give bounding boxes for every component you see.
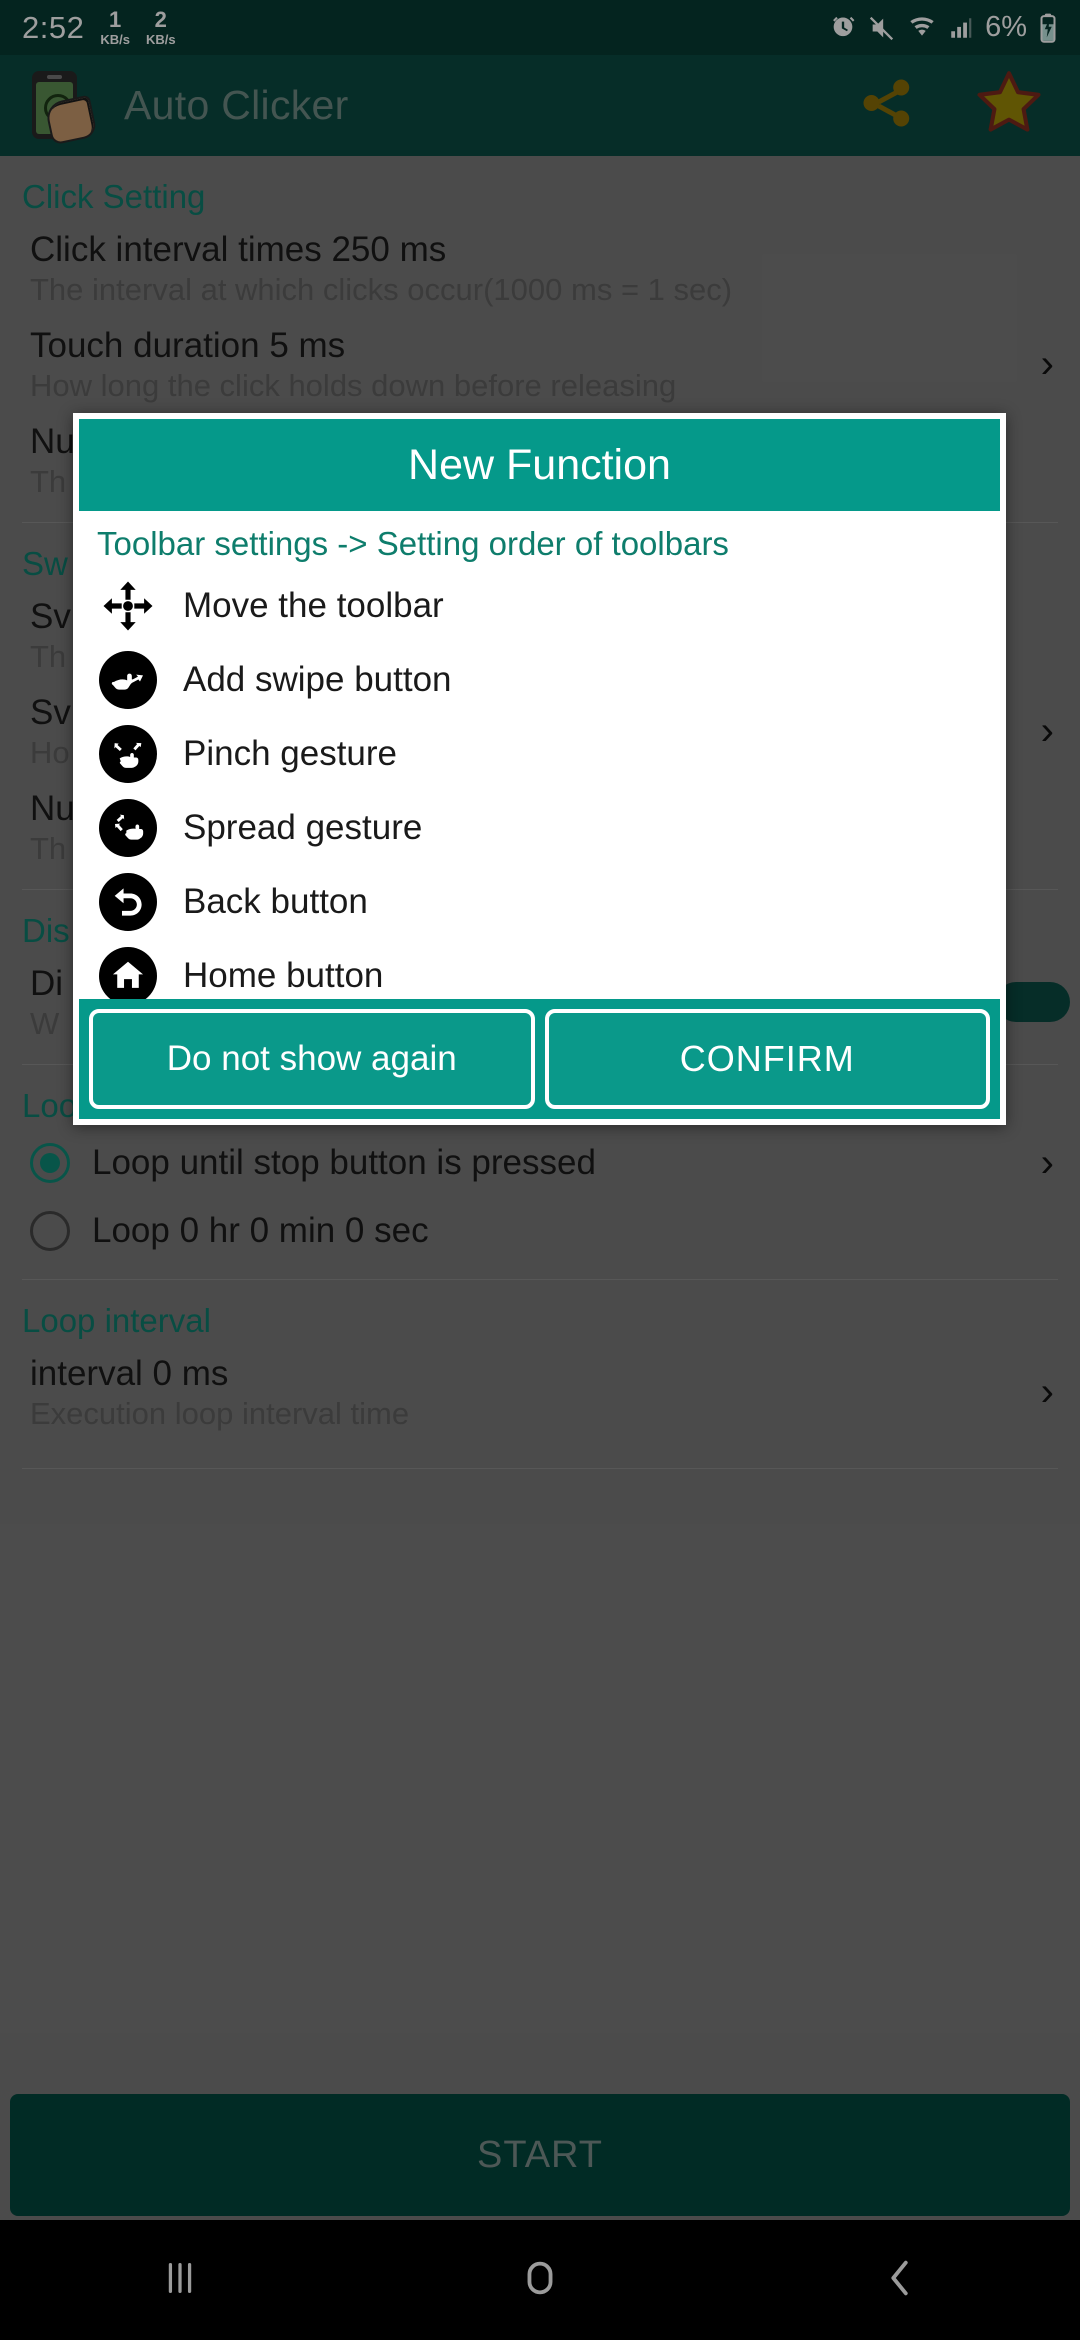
dialog-body: Toolbar settings -> Setting order of too…: [79, 511, 1000, 999]
dialog-header: New Function: [79, 419, 1000, 511]
dialog-item-back-button-label: Back button: [183, 882, 368, 921]
dialog-item-pinch-gesture-label: Pinch gesture: [183, 734, 398, 773]
dialog-item-move-toolbar[interactable]: Move the toolbar: [79, 569, 1000, 643]
do-not-show-again-button[interactable]: Do not show again: [89, 1009, 535, 1109]
spread-gesture-icon: [97, 797, 159, 859]
move-arrows-icon: [97, 575, 159, 637]
recents-icon[interactable]: [157, 2255, 203, 2306]
android-navigation-bar: [0, 2220, 1080, 2340]
dialog-section-toolbar-settings: Toolbar settings -> Setting order of too…: [97, 525, 729, 562]
back-chevron-icon[interactable]: [877, 2255, 923, 2306]
dialog-scrim[interactable]: [0, 0, 1080, 2340]
home-circle-icon[interactable]: [517, 2255, 563, 2306]
dialog-item-home-button[interactable]: Home button: [79, 939, 1000, 999]
dialog-item-move-toolbar-label: Move the toolbar: [183, 586, 444, 625]
swipe-hand-icon: [97, 649, 159, 711]
confirm-button[interactable]: CONFIRM: [544, 1009, 990, 1109]
dialog-item-add-swipe-button[interactable]: Add swipe button: [79, 643, 1000, 717]
home-icon: [97, 945, 159, 999]
dialog-item-add-swipe-button-label: Add swipe button: [183, 660, 452, 699]
back-arrow-icon: [97, 871, 159, 933]
dialog-footer: Do not show again CONFIRM: [79, 999, 1000, 1119]
new-function-dialog: New Function Toolbar settings -> Setting…: [73, 413, 1006, 1125]
dialog-item-pinch-gesture[interactable]: Pinch gesture: [79, 717, 1000, 791]
pinch-gesture-icon: [97, 723, 159, 785]
dialog-item-back-button[interactable]: Back button: [79, 865, 1000, 939]
dialog-title: New Function: [408, 440, 671, 489]
dialog-item-spread-gesture-label: Spread gesture: [183, 808, 423, 847]
dialog-item-spread-gesture[interactable]: Spread gesture: [79, 791, 1000, 865]
dialog-item-home-button-label: Home button: [183, 956, 384, 995]
